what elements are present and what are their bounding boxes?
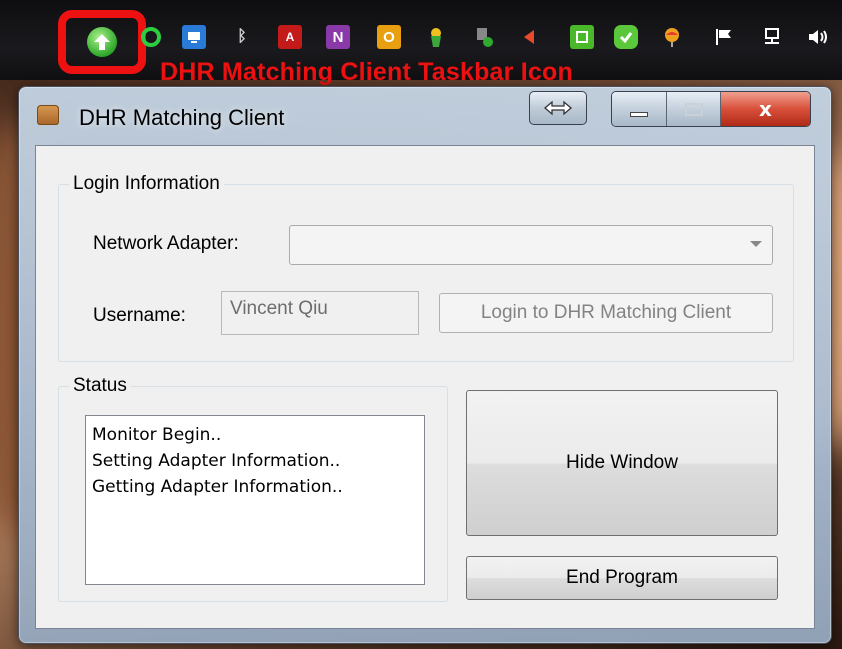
system-tray: ᛒ A N O DHR Matching Client Taskbar Icon <box>0 0 842 86</box>
green-check-icon[interactable] <box>614 25 638 49</box>
network-adapter-dropdown[interactable] <box>289 225 773 265</box>
login-groupbox: Login Information Network Adapter: Usern… <box>58 173 794 362</box>
bluetooth-icon[interactable]: ᛒ <box>230 25 254 49</box>
red-arrow-icon[interactable] <box>518 25 542 49</box>
parrot-icon[interactable] <box>424 25 448 49</box>
adobe-acrobat-icon[interactable]: A <box>278 25 302 49</box>
close-button[interactable]: x <box>720 92 810 126</box>
double-arrow-icon <box>544 100 572 116</box>
annotation-label: DHR Matching Client Taskbar Icon <box>160 58 573 86</box>
maximize-button[interactable] <box>667 92 721 126</box>
usb-device-icon[interactable] <box>472 25 496 49</box>
username-field[interactable]: Vincent Qiu <box>221 291 419 335</box>
app-window: DHR Matching Client x Login Information … <box>18 86 832 644</box>
login-group-title: Login Information <box>69 173 224 195</box>
caption-buttons: x <box>611 91 811 127</box>
chevron-down-icon <box>750 241 762 247</box>
list-item: Monitor Begin.. <box>92 425 222 445</box>
minimize-button[interactable] <box>612 92 668 126</box>
hide-window-button[interactable]: Hide Window <box>466 390 778 536</box>
list-item: Setting Adapter Information.. <box>92 451 341 471</box>
end-program-button[interactable]: End Program <box>466 556 778 600</box>
action-center-flag-icon[interactable] <box>712 25 736 49</box>
balloon-icon[interactable] <box>660 25 684 49</box>
status-log-list[interactable]: Monitor Begin.. Setting Adapter Informat… <box>85 415 425 585</box>
green-circle-icon[interactable] <box>139 25 163 49</box>
outlook-icon[interactable]: O <box>377 25 401 49</box>
client-area: Login Information Network Adapter: Usern… <box>35 145 815 629</box>
username-label: Username: <box>93 305 186 326</box>
status-groupbox: Status Monitor Begin.. Setting Adapter I… <box>58 375 448 602</box>
maximize-icon <box>684 102 703 116</box>
dhr-matching-client-tray-icon[interactable] <box>87 27 117 57</box>
minimize-icon <box>630 111 649 117</box>
app-icon <box>37 105 59 125</box>
network-monitor-icon[interactable] <box>182 25 206 49</box>
window-title: DHR Matching Client <box>79 105 285 130</box>
login-button[interactable]: Login to DHR Matching Client <box>439 293 773 333</box>
green-box-icon[interactable] <box>570 25 594 49</box>
title-bar[interactable]: DHR Matching Client x <box>19 87 831 143</box>
list-item: Getting Adapter Information.. <box>92 477 343 497</box>
network-icon[interactable] <box>760 25 784 49</box>
volume-icon[interactable] <box>806 25 830 49</box>
onenote-icon[interactable]: N <box>326 25 350 49</box>
network-adapter-label: Network Adapter: <box>93 233 239 254</box>
resize-button[interactable] <box>529 91 587 125</box>
close-icon: x <box>759 97 772 121</box>
status-group-title: Status <box>69 375 131 397</box>
